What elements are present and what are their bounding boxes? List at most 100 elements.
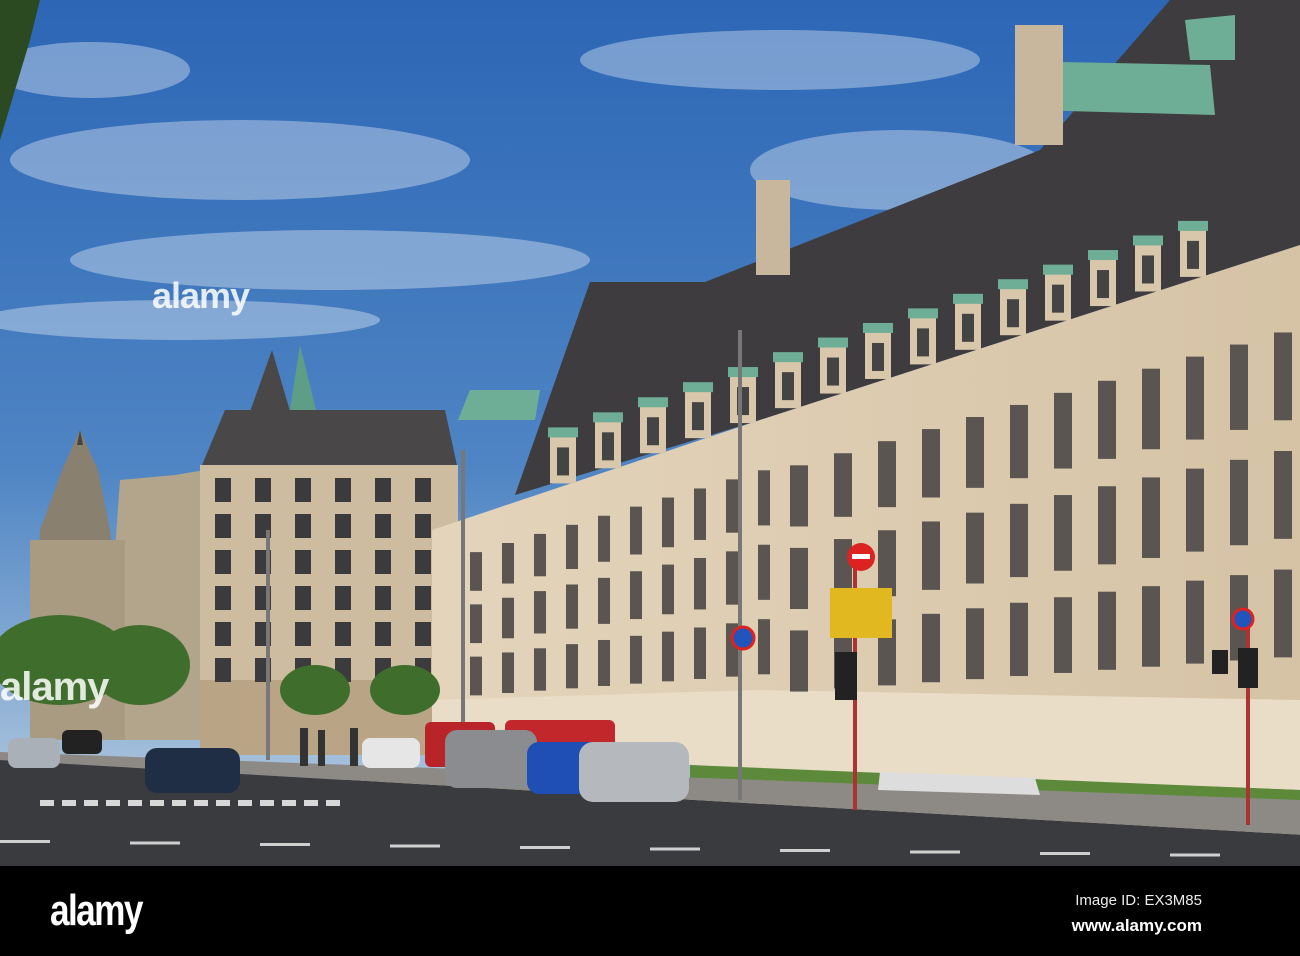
window <box>335 550 351 574</box>
window <box>966 512 984 584</box>
window <box>1230 344 1248 430</box>
window <box>1054 597 1072 673</box>
window <box>534 591 546 634</box>
window <box>1142 477 1160 558</box>
window <box>630 571 642 620</box>
dormer-window <box>1097 270 1109 299</box>
lane-dash <box>650 847 700 851</box>
dormer-roof <box>1178 220 1208 231</box>
window <box>1274 451 1292 539</box>
dormer-window <box>647 417 659 446</box>
dormer-roof <box>998 279 1028 290</box>
alamy-url[interactable]: www.alamy.com <box>1072 916 1202 936</box>
dormer-window <box>602 432 614 461</box>
window <box>834 453 852 517</box>
lane-dash <box>130 841 180 845</box>
dormer-roof <box>638 397 668 408</box>
window <box>662 564 674 615</box>
lane-dash <box>260 843 310 846</box>
crosswalk-stripe <box>194 800 208 806</box>
window <box>295 622 311 646</box>
dormer-roof <box>863 322 893 333</box>
window <box>335 514 351 538</box>
window <box>598 639 610 686</box>
window <box>1054 392 1072 469</box>
window <box>215 658 231 682</box>
crosswalk-stripe <box>62 800 76 806</box>
dormer-roof <box>908 308 938 319</box>
window <box>295 550 311 574</box>
dormer-window <box>1052 284 1064 313</box>
crosswalk-stripe <box>40 800 54 806</box>
lane-dash <box>1040 852 1090 855</box>
window <box>215 550 231 574</box>
window <box>790 630 808 692</box>
lane-dash <box>0 840 50 843</box>
dormer-roof <box>548 427 578 438</box>
window <box>630 506 642 555</box>
crosswalk-stripe <box>128 800 142 806</box>
window <box>255 478 271 502</box>
window <box>295 478 311 502</box>
window <box>758 470 770 526</box>
window <box>790 547 808 610</box>
window <box>375 478 391 502</box>
dormer-window <box>1007 299 1019 328</box>
window <box>215 622 231 646</box>
street-scene <box>0 0 1300 866</box>
dormer-window <box>557 447 569 476</box>
window <box>1010 404 1028 479</box>
window <box>1274 569 1292 658</box>
window <box>502 543 514 584</box>
crosswalk-stripe <box>304 800 318 806</box>
crosswalk-stripe <box>216 800 230 806</box>
crosswalk-stripe <box>260 800 274 806</box>
window <box>630 635 642 684</box>
lane-dash <box>910 850 960 854</box>
window <box>966 417 984 488</box>
dormer-roof <box>1133 235 1163 246</box>
window <box>502 652 514 694</box>
watermark-logo: alamy <box>152 275 250 316</box>
window <box>694 627 706 679</box>
window <box>295 514 311 538</box>
window <box>1186 468 1204 552</box>
dormer-window <box>692 402 704 431</box>
window <box>758 619 770 675</box>
crosswalk-stripe <box>282 800 296 806</box>
window <box>566 524 578 570</box>
dormer-roof <box>1043 264 1073 275</box>
window <box>1098 380 1116 459</box>
crosswalk-stripe <box>326 800 340 806</box>
window <box>1010 503 1028 578</box>
window <box>878 530 896 597</box>
window <box>694 557 706 610</box>
window <box>375 586 391 610</box>
window <box>375 514 391 538</box>
dormer-window <box>1142 255 1154 284</box>
window <box>335 586 351 610</box>
window <box>215 478 231 502</box>
dormer-roof <box>593 412 623 423</box>
window <box>694 488 706 540</box>
window <box>534 648 546 691</box>
dormer-window <box>827 357 839 386</box>
window <box>415 586 431 610</box>
window <box>534 533 546 577</box>
window <box>415 622 431 646</box>
window <box>790 465 808 527</box>
window <box>922 613 940 683</box>
window <box>1010 602 1028 677</box>
photo: alamy alamy alamy Image ID: EX3M85 www.a… <box>0 0 1300 956</box>
window <box>335 622 351 646</box>
window <box>470 656 482 696</box>
lane-dash <box>1170 853 1220 857</box>
watermark-logo-left: alamy <box>0 665 109 709</box>
window <box>1098 591 1116 670</box>
window <box>375 550 391 574</box>
dormer-roof <box>818 337 848 348</box>
crosswalk-stripe <box>172 800 186 806</box>
window <box>470 552 482 591</box>
dormer-roof <box>728 367 758 378</box>
crosswalk-stripe <box>106 800 120 806</box>
